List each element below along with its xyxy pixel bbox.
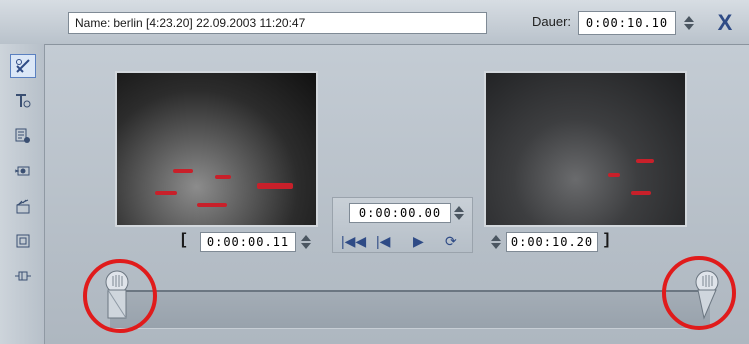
scene-detail (608, 173, 620, 177)
scene-detail (215, 175, 231, 179)
chevron-up-icon[interactable] (454, 206, 464, 212)
duration-stepper[interactable] (682, 11, 696, 35)
in-bracket: [ (181, 231, 187, 248)
scene-detail (257, 183, 293, 189)
in-time-field[interactable]: 0:00:00.11 (200, 232, 296, 252)
name-field[interactable]: Name: berlin [4:23.20] 22.09.2003 11:20:… (68, 12, 487, 34)
camera-audio-icon[interactable] (10, 159, 36, 183)
plug-icon[interactable] (10, 264, 36, 288)
chevron-up-icon[interactable] (684, 16, 694, 22)
tool-sidebar (0, 44, 45, 344)
name-value: berlin [4:23.20] 22.09.2003 11:20:47 (113, 16, 306, 30)
scene-detail (155, 191, 177, 195)
transport-controls: 0:00:00.00 |◀◀ |◀ ▶ ⟳ (332, 197, 473, 253)
scene-detail (197, 203, 227, 207)
chevron-down-icon[interactable] (491, 243, 501, 249)
chevron-down-icon[interactable] (454, 214, 464, 220)
preview-image (486, 73, 685, 225)
highlight-circle (83, 259, 157, 333)
out-bracket: ] (604, 231, 610, 248)
text-title-icon[interactable] (10, 89, 36, 113)
chevron-up-icon[interactable] (301, 235, 311, 241)
square-frame-icon[interactable] (10, 229, 36, 253)
scene-detail (173, 169, 193, 173)
scene-detail (636, 159, 654, 163)
current-time-stepper[interactable] (452, 201, 466, 225)
chevron-down-icon[interactable] (301, 243, 311, 249)
play-icon[interactable]: ▶ (413, 233, 424, 250)
go-to-start-icon[interactable]: |◀◀ (341, 233, 366, 250)
duration-label: Dauer: (532, 14, 572, 29)
close-button[interactable]: X (712, 10, 738, 36)
highlight-circle (662, 256, 736, 330)
title-bar: Name: berlin [4:23.20] 22.09.2003 11:20:… (0, 0, 749, 45)
scene-detail (631, 191, 651, 195)
name-label: Name: (75, 16, 111, 30)
out-time-stepper[interactable] (489, 230, 503, 254)
chevron-up-icon[interactable] (491, 235, 501, 241)
chevron-down-icon[interactable] (684, 24, 694, 30)
trim-slider-track[interactable] (110, 290, 710, 329)
out-point-preview (484, 71, 687, 227)
in-time-stepper[interactable] (299, 230, 313, 254)
out-time-field[interactable]: 0:00:10.20 (506, 232, 598, 252)
step-back-icon[interactable]: |◀ (376, 233, 390, 250)
current-time-field[interactable]: 0:00:00.00 (349, 203, 451, 223)
disc-menu-icon[interactable] (10, 124, 36, 148)
clapper-icon[interactable] (10, 194, 36, 218)
loop-icon[interactable]: ⟳ (445, 233, 457, 250)
in-point-preview (115, 71, 318, 227)
duration-field[interactable]: 0:00:10.10 (578, 11, 676, 35)
scissors-edit-icon[interactable] (10, 54, 36, 78)
